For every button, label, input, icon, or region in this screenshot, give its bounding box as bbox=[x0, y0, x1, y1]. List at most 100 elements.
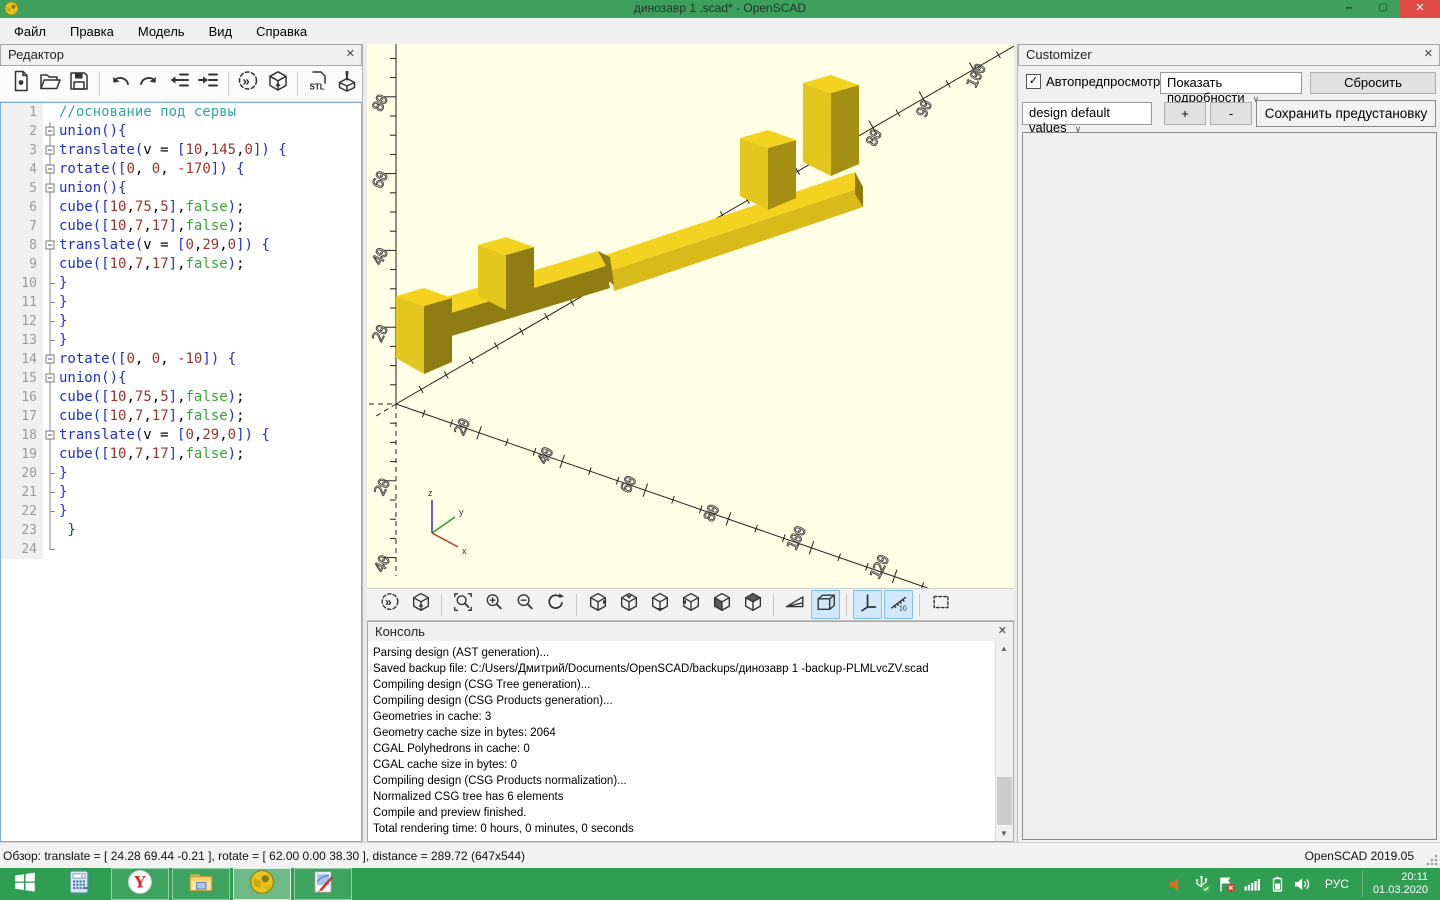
signal-bars-icon[interactable] bbox=[1242, 874, 1262, 894]
view-top-button[interactable] bbox=[614, 590, 643, 619]
print-3d-button[interactable] bbox=[333, 69, 362, 99]
zoom-all-button[interactable] bbox=[448, 590, 477, 619]
view-perspective-button[interactable] bbox=[780, 590, 809, 619]
usb-device-icon[interactable] bbox=[1192, 874, 1212, 894]
menu-item-3[interactable]: Модель bbox=[126, 21, 197, 42]
editor-header[interactable]: Редактор ✕ bbox=[0, 44, 362, 66]
taskbar-file-explorer[interactable] bbox=[172, 868, 230, 900]
console-close-icon[interactable]: ✕ bbox=[998, 624, 1007, 637]
taskbar-clock[interactable]: 20:11 01.03.2020 bbox=[1362, 871, 1436, 897]
scrollbar-thumb[interactable] bbox=[997, 777, 1012, 825]
remove-preset-button[interactable]: - bbox=[1210, 102, 1252, 125]
indent-button[interactable] bbox=[193, 69, 222, 99]
view-left-button[interactable] bbox=[676, 590, 705, 619]
preset-dropdown[interactable]: design default values∨ bbox=[1022, 102, 1152, 125]
scroll-up-icon[interactable]: ▲ bbox=[996, 641, 1012, 656]
show-details-dropdown[interactable]: Показать подробности∨ bbox=[1160, 72, 1302, 94]
line-number: 1 bbox=[1, 103, 43, 122]
network-flag-icon[interactable] bbox=[1217, 874, 1237, 894]
fold-marker[interactable] bbox=[43, 236, 57, 255]
taskbar-openscad[interactable] bbox=[233, 868, 291, 900]
view-right-button[interactable] bbox=[583, 590, 612, 619]
fold-marker[interactable] bbox=[43, 426, 57, 445]
volume-icon[interactable] bbox=[1292, 874, 1312, 894]
console-line: Compiling design (CSG Products normaliza… bbox=[368, 773, 1013, 789]
minimize-button[interactable]: – bbox=[1332, 0, 1366, 17]
reset-button[interactable]: Сбросить bbox=[1310, 72, 1436, 94]
preview-icon: » bbox=[236, 69, 260, 98]
console-line: Normalized CSG tree has 6 elements bbox=[368, 789, 1013, 805]
code-line: 20} bbox=[1, 464, 361, 483]
start-button[interactable] bbox=[0, 868, 50, 900]
show-edges-button[interactable] bbox=[926, 590, 955, 619]
scroll-down-icon[interactable]: ▼ bbox=[996, 826, 1012, 841]
resize-grip[interactable] bbox=[1426, 854, 1438, 866]
view-back-button[interactable] bbox=[738, 590, 767, 619]
maximize-button[interactable]: ▢ bbox=[1366, 0, 1400, 17]
console-header[interactable]: Консоль ✕ bbox=[367, 621, 1014, 643]
volume-muted-icon[interactable] bbox=[1167, 874, 1187, 894]
console-line: Geometries in cache: 3 bbox=[368, 709, 1013, 725]
3d-viewport[interactable]: 204060802040204060801001208090100 bbox=[367, 44, 1014, 588]
taskbar-yandex-browser[interactable]: Y bbox=[111, 868, 169, 900]
battery-icon[interactable] bbox=[1267, 874, 1287, 894]
customizer-close-icon[interactable]: ✕ bbox=[1424, 47, 1433, 60]
menu-item-4[interactable]: Вид bbox=[197, 21, 245, 42]
code-line: 1//основание под сервы bbox=[1, 103, 361, 122]
taskbar-paint[interactable] bbox=[294, 868, 352, 900]
line-number: 5 bbox=[1, 179, 43, 198]
fold-marker[interactable] bbox=[43, 369, 57, 388]
view-front-button[interactable] bbox=[707, 590, 736, 619]
new-file-button[interactable] bbox=[6, 69, 35, 99]
fold-marker[interactable] bbox=[43, 160, 57, 179]
paint-icon bbox=[310, 869, 336, 900]
menu-item-5[interactable]: Справка bbox=[244, 21, 319, 42]
undo-button[interactable] bbox=[105, 69, 134, 99]
preview-button[interactable]: » bbox=[234, 69, 263, 99]
render-button[interactable] bbox=[406, 590, 435, 619]
unindent-button[interactable] bbox=[164, 69, 193, 99]
view-bottom-button[interactable] bbox=[645, 590, 674, 619]
zoom-in-button[interactable] bbox=[479, 590, 508, 619]
console-title: Консоль bbox=[375, 624, 425, 639]
customizer-parameter-area[interactable] bbox=[1022, 132, 1437, 840]
fold-marker[interactable] bbox=[43, 179, 57, 198]
add-preset-button[interactable]: + bbox=[1164, 102, 1206, 125]
render-icon bbox=[410, 591, 432, 618]
reset-view-button[interactable] bbox=[541, 590, 570, 619]
zoom-out-button[interactable] bbox=[510, 590, 539, 619]
redo-button[interactable] bbox=[134, 69, 163, 99]
title-bar[interactable]: динозавр 1 .scad* - OpenSCAD – ▢ ✕ bbox=[0, 0, 1440, 18]
customizer-header[interactable]: Customizer ✕ bbox=[1018, 44, 1440, 66]
show-scale-markers-button[interactable]: 10 bbox=[884, 590, 913, 619]
console-log[interactable]: Parsing design (AST generation)...Saved … bbox=[367, 641, 1014, 842]
console-line: Compiling design (CSG Products generatio… bbox=[368, 693, 1013, 709]
export-stl-button[interactable]: STL bbox=[303, 69, 332, 99]
fold-marker[interactable] bbox=[43, 350, 57, 369]
console-scrollbar[interactable]: ▲ ▼ bbox=[995, 641, 1013, 841]
code-line: 10} bbox=[1, 274, 361, 293]
save-file-button[interactable] bbox=[65, 69, 94, 99]
taskbar-calculator[interactable]: 0 bbox=[50, 868, 108, 900]
close-button[interactable]: ✕ bbox=[1400, 0, 1440, 17]
code-editor[interactable]: 1//основание под сервы2union(){3translat… bbox=[0, 102, 362, 842]
open-file-button[interactable] bbox=[35, 69, 64, 99]
toolbar-separator bbox=[228, 72, 229, 96]
render-button[interactable] bbox=[263, 69, 292, 99]
language-indicator[interactable]: РУС bbox=[1317, 877, 1357, 891]
menu-item-1[interactable]: Файл bbox=[2, 21, 58, 42]
reset-view-icon bbox=[545, 591, 567, 618]
autopreview-checkbox[interactable]: ✓ bbox=[1026, 74, 1041, 89]
save-preset-button[interactable]: Сохранить предустановку bbox=[1256, 100, 1436, 127]
fold-marker[interactable] bbox=[43, 122, 57, 141]
new-file-icon bbox=[9, 69, 33, 98]
show-axes-button[interactable] bbox=[853, 590, 882, 619]
zoom-in-icon bbox=[483, 591, 505, 618]
view-orthogonal-button[interactable] bbox=[811, 590, 840, 619]
code-line: 23 } bbox=[1, 521, 361, 540]
fold-marker[interactable] bbox=[43, 141, 57, 160]
menu-item-2[interactable]: Правка bbox=[58, 21, 126, 42]
editor-close-icon[interactable]: ✕ bbox=[346, 47, 355, 60]
code-line: 18translate(v = [0,29,0]) { bbox=[1, 426, 361, 445]
preview-button[interactable]: » bbox=[375, 590, 404, 619]
